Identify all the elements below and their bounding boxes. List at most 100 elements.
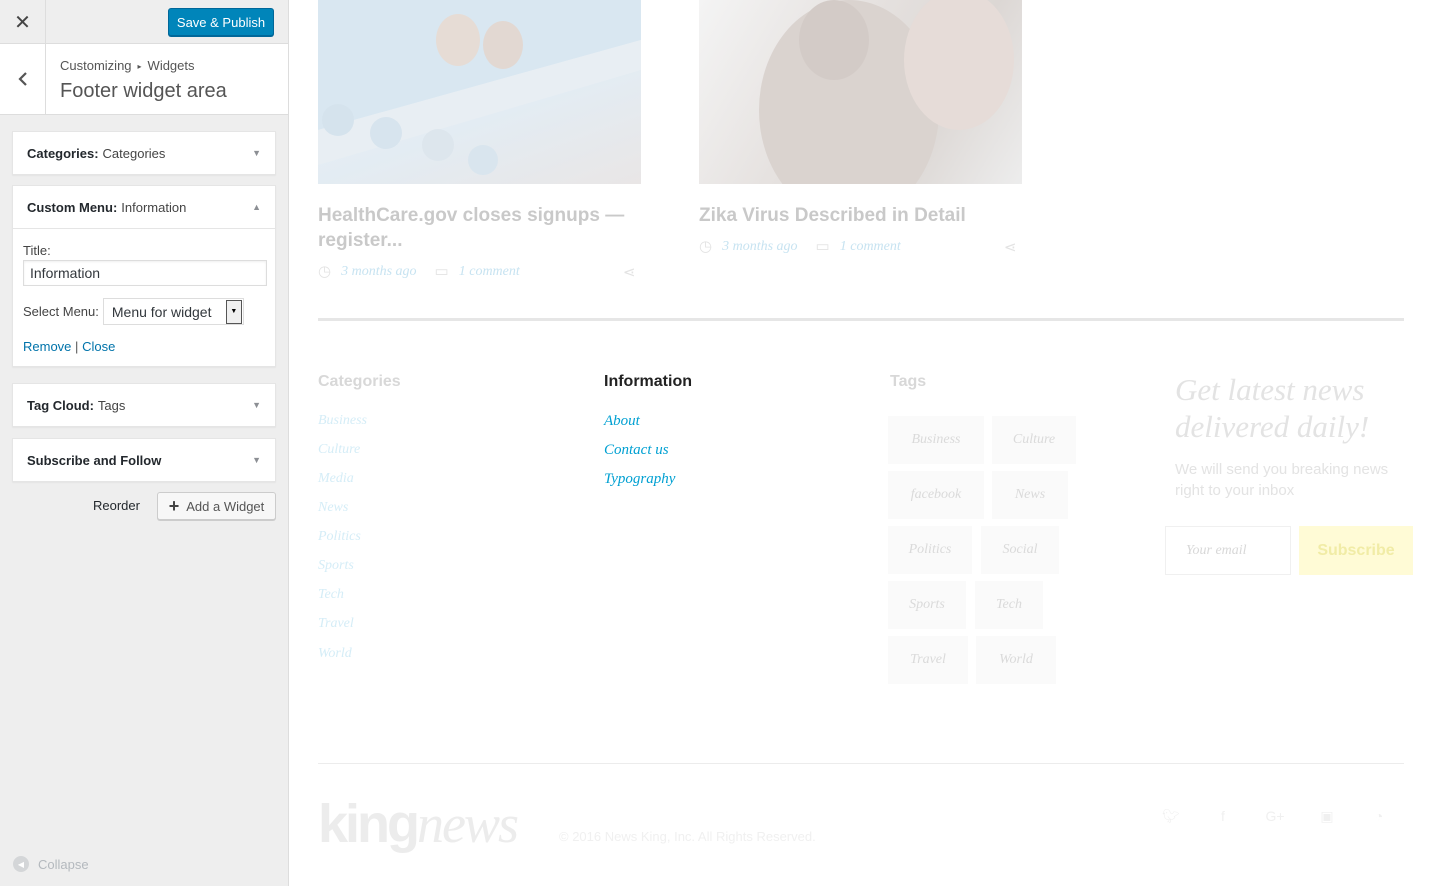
breadcrumb: Customizing ▸ Widgets [60,58,195,73]
copyright-text: © 2016 News King, Inc. All Rights Reserv… [559,829,816,844]
reorder-link[interactable]: Reorder [93,498,140,513]
post-title[interactable]: Zika Virus Described in Detail [699,203,1029,228]
collapse-label: Collapse [38,856,89,872]
category-link[interactable]: Travel [318,616,354,632]
category-link[interactable]: News [318,500,348,516]
select-menu-dropdown[interactable]: Menu for widget ▼ [102,298,244,325]
caret-down-icon[interactable]: ▼ [252,455,261,465]
caret-down-icon[interactable]: ▼ [252,148,261,158]
tag-chip[interactable]: World [976,636,1056,684]
category-link[interactable]: World [318,646,352,662]
collapse-button[interactable]: ◀ Collapse [13,856,89,872]
breadcrumb-root: Customizing [60,58,132,73]
tag-chip[interactable]: Sports [888,581,966,629]
widget-custom-menu: Custom Menu:Information ▲ Title: Select … [12,185,276,367]
caret-down-icon[interactable]: ▼ [252,400,261,410]
widget-header[interactable]: Categories: Categories ▼ [13,132,275,174]
widget-header[interactable]: Subscribe and Follow ▼ [13,439,275,481]
widget-heading: Tag Cloud: Tags [27,398,125,413]
category-link[interactable]: Culture [318,442,360,458]
close-link[interactable]: Close [82,339,115,354]
post-comments[interactable]: 1 comment [459,264,520,280]
section-divider [318,318,1404,321]
caret-up-icon[interactable]: ▲ [252,202,261,212]
tag-chip[interactable]: facebook [888,471,984,519]
widget-categories: Categories: Categories ▼ [12,131,276,175]
close-icon[interactable]: ✕ [0,0,46,44]
post-time: 3 months ago [341,263,417,279]
link-separator: | [75,339,79,354]
remove-link[interactable]: Remove [23,339,71,354]
twitter-icon[interactable]: 🐦︎ [1161,808,1181,824]
tag-chip[interactable]: Tech [975,581,1043,629]
add-widget-button[interactable]: + Add a Widget [157,492,276,520]
info-link-about[interactable]: About [604,413,640,430]
tag-chip[interactable]: Culture [992,416,1076,464]
customizer-header: ✕ Save & Publish [0,0,288,44]
select-menu-value: Menu for widget [111,303,212,320]
category-link[interactable]: Sports [318,558,354,574]
healthcare-thumbnail-image [318,0,641,175]
widget-name: Tags [97,397,126,413]
category-link[interactable]: Business [318,413,367,429]
site-logo[interactable]: kingnews [318,792,519,856]
widget-heading: Custom Menu: Information [27,200,186,215]
widget-name: Categories [102,145,166,161]
youtube-icon[interactable]: ▣ [1317,808,1337,824]
back-button[interactable] [0,44,46,114]
widget-heading: Categories: Categories [27,146,165,161]
share-icon[interactable]: ⋖ [623,263,636,281]
select-menu-row: Select Menu: Menu for widget ▼ [23,298,265,325]
category-link[interactable]: Tech [318,587,344,603]
clock-icon: ◷ [699,239,713,255]
facebook-icon[interactable]: f [1213,808,1233,824]
post-title[interactable]: HealthCare.gov closes signups — register… [318,203,648,253]
category-link[interactable]: Politics [318,529,361,545]
tag-chip[interactable]: Travel [888,636,968,684]
info-link-typography[interactable]: Typography [604,471,675,488]
post-thumbnail[interactable] [318,0,641,184]
logo-news: news [417,794,519,854]
post-comments[interactable]: 1 comment [840,239,901,255]
save-publish-button[interactable]: Save & Publish [168,8,274,36]
tag-chip[interactable]: News [992,471,1068,519]
subscribe-button[interactable]: Subscribe [1299,526,1413,575]
post-meta: ◷ 3 months ago ▭ 1 comment [699,237,901,256]
google-plus-icon[interactable]: G+ [1265,808,1285,824]
section-header: Customizing ▸ Widgets Footer widget area [0,44,288,115]
tag-chip[interactable]: Business [888,416,984,464]
newsletter-heading: Get latest news delivered daily! [1175,372,1370,444]
post-meta: ◷ 3 months ago ▭ 1 comment [318,262,520,281]
email-input[interactable]: Your email [1165,526,1291,575]
tag-chip[interactable]: Politics [888,526,972,574]
logo-king: king [318,794,420,854]
zika-thumbnail-image [759,0,1014,184]
post-time: 3 months ago [722,238,798,254]
widget-header[interactable]: Tag Cloud: Tags ▼ [13,384,275,426]
tag-chip[interactable]: Social [981,526,1059,574]
widget-type: Subscribe and Follow [27,452,162,468]
widget-header[interactable]: Custom Menu: Information ▲ [13,186,275,228]
comment-icon: ▭ [434,264,449,280]
breadcrumb-leaf: Widgets [147,58,195,73]
share-icon[interactable]: ⋖ [1004,238,1017,256]
collapse-arrow-icon: ◀ [13,856,29,872]
category-link[interactable]: Media [318,471,354,487]
widget-subscribe-follow: Subscribe and Follow ▼ [12,438,276,482]
dropdown-arrow-icon[interactable]: ▼ [225,299,242,324]
information-title: Information [604,373,692,390]
comment-icon: ▭ [815,239,830,255]
widget-type: Custom Menu: [27,199,118,215]
post-thumbnail[interactable] [699,0,1022,184]
info-link-contact[interactable]: Contact us [604,442,669,459]
title-input[interactable] [23,260,267,286]
section-title: Footer widget area [60,80,227,102]
rss-icon[interactable]: ◔ [1369,808,1389,824]
clock-icon: ◷ [318,264,332,280]
footer-divider [318,763,1404,764]
newsletter-subtext: We will send you breaking news right to … [1175,461,1389,499]
site-preview: HealthCare.gov closes signups — register… [289,0,1433,886]
widget-type: Categories: [27,145,99,161]
widget-type: Tag Cloud: [27,397,94,413]
widget-tag-cloud: Tag Cloud: Tags ▼ [12,383,276,427]
